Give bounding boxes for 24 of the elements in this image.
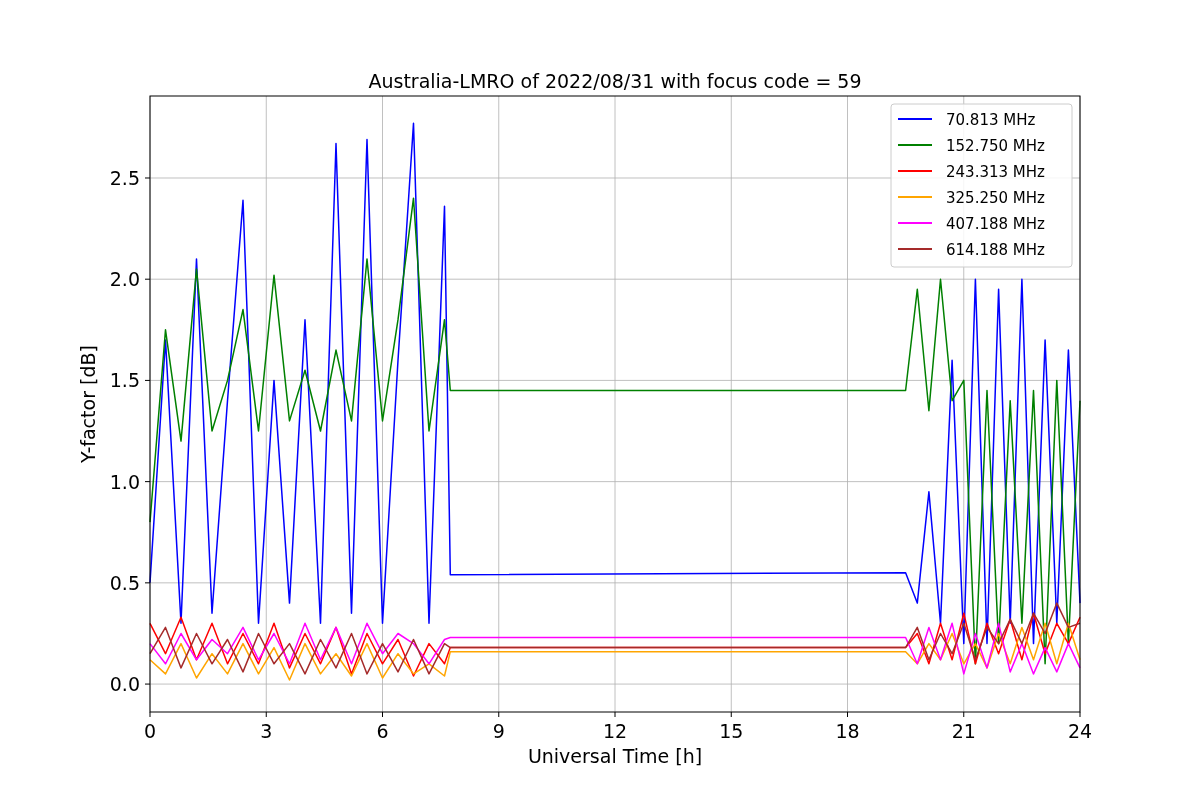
legend-label: 614.188 MHz xyxy=(946,241,1045,259)
legend-label: 407.188 MHz xyxy=(946,215,1045,233)
legend-label: 152.750 MHz xyxy=(946,137,1045,155)
y-tick-label: 0.5 xyxy=(109,571,140,594)
legend-label: 70.813 MHz xyxy=(946,111,1036,129)
x-tick-label: 15 xyxy=(719,720,744,742)
x-tick-label: 3 xyxy=(260,720,273,742)
y-tick-label: 1.0 xyxy=(109,470,140,493)
x-tick-label: 21 xyxy=(951,720,976,742)
y-tick-label: 1.5 xyxy=(109,369,140,392)
x-axis-label: Universal Time [h] xyxy=(527,745,703,767)
x-tick-label: 6 xyxy=(376,720,389,742)
y-axis-label: Y-factor [dB] xyxy=(77,345,99,463)
x-tick-label: 24 xyxy=(1067,720,1093,742)
y-tick-label: 2.5 xyxy=(109,167,140,189)
x-tick-label: 9 xyxy=(492,720,505,742)
legend-label: 243.313 MHz xyxy=(946,163,1045,181)
x-tick-label: 12 xyxy=(602,720,628,742)
y-tick-label: 2.0 xyxy=(109,268,140,291)
y-tick-label: 0.0 xyxy=(109,673,140,696)
x-tick-label: 18 xyxy=(835,720,860,742)
legend-label: 325.250 MHz xyxy=(946,189,1045,207)
x-tick-label: 0 xyxy=(143,720,157,742)
chart-title: Australia-LMRO of 2022/08/31 with focus code = 59 xyxy=(368,70,862,92)
